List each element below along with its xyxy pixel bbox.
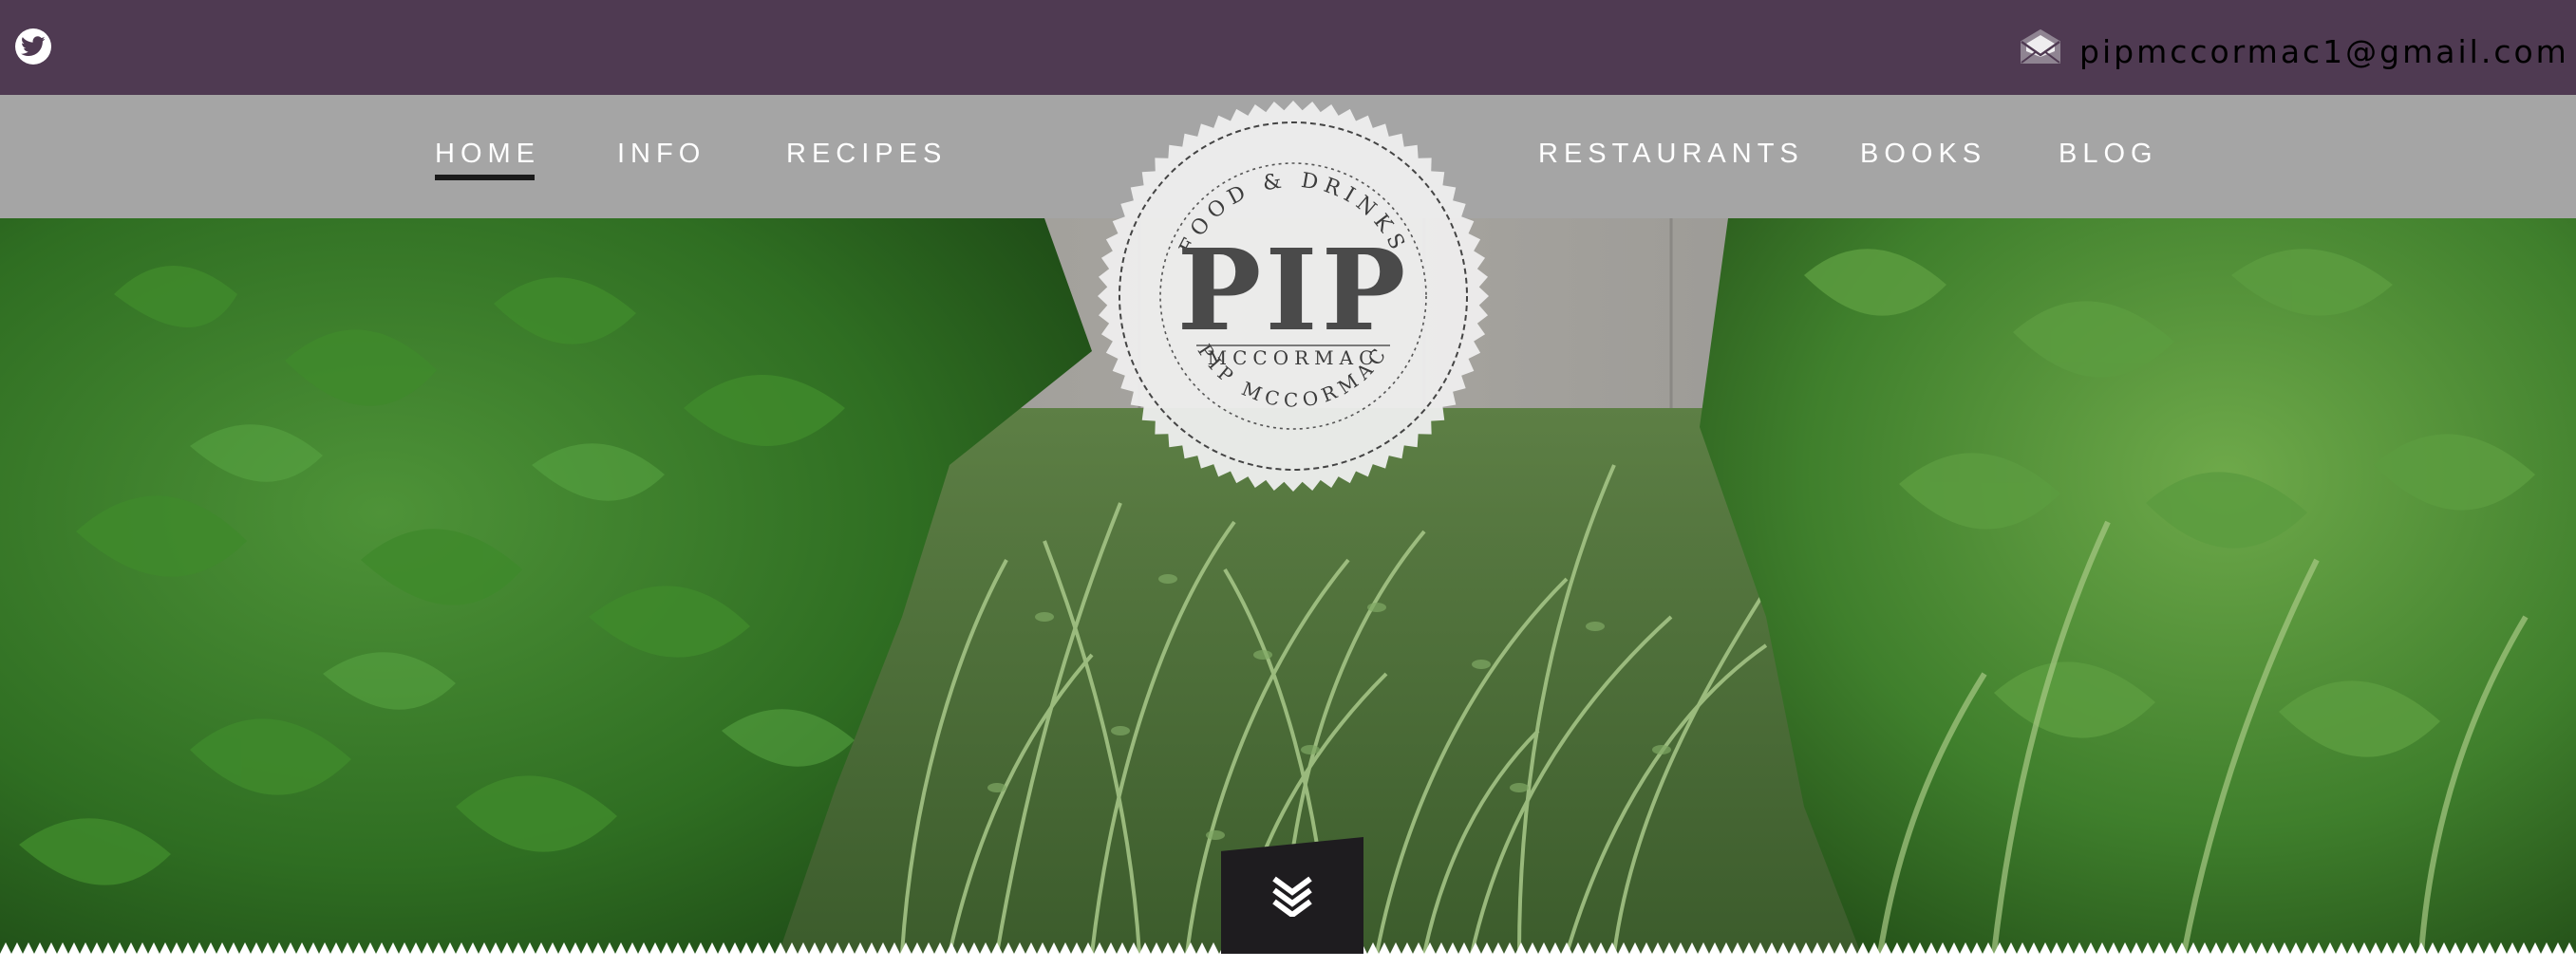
logo-seal: FOOD & DRINKS PIP MCCORMAC PIP MCCORMAC (1098, 101, 1489, 492)
logo-surname: MCCORMAC (1208, 346, 1380, 369)
nav-item-info[interactable]: INFO (617, 137, 705, 171)
content-start (0, 954, 2576, 968)
twitter-icon (21, 36, 46, 56)
site-logo[interactable]: FOOD & DRINKS PIP MCCORMAC PIP MCCORMAC (1094, 97, 1493, 495)
email-link[interactable]: pipmccormac1@gmail.com (2079, 30, 2569, 74)
scroll-down-button[interactable] (1221, 837, 1363, 955)
logo-name: PIP (1177, 224, 1410, 356)
nav-item-recipes[interactable]: RECIPES (786, 137, 947, 171)
envelope-icon (2021, 29, 2060, 64)
twitter-link[interactable] (15, 28, 51, 65)
double-chevron-down-icon (1272, 876, 1312, 917)
top-bar: pipmccormac1@gmail.com (0, 0, 2576, 95)
nav-item-restaurants[interactable]: RESTAURANTS (1538, 137, 1804, 171)
nav-item-blog[interactable]: BLOG (2059, 137, 2158, 171)
nav-item-home[interactable]: HOME (435, 137, 540, 180)
nav-item-books[interactable]: BOOKS (1860, 137, 1986, 171)
